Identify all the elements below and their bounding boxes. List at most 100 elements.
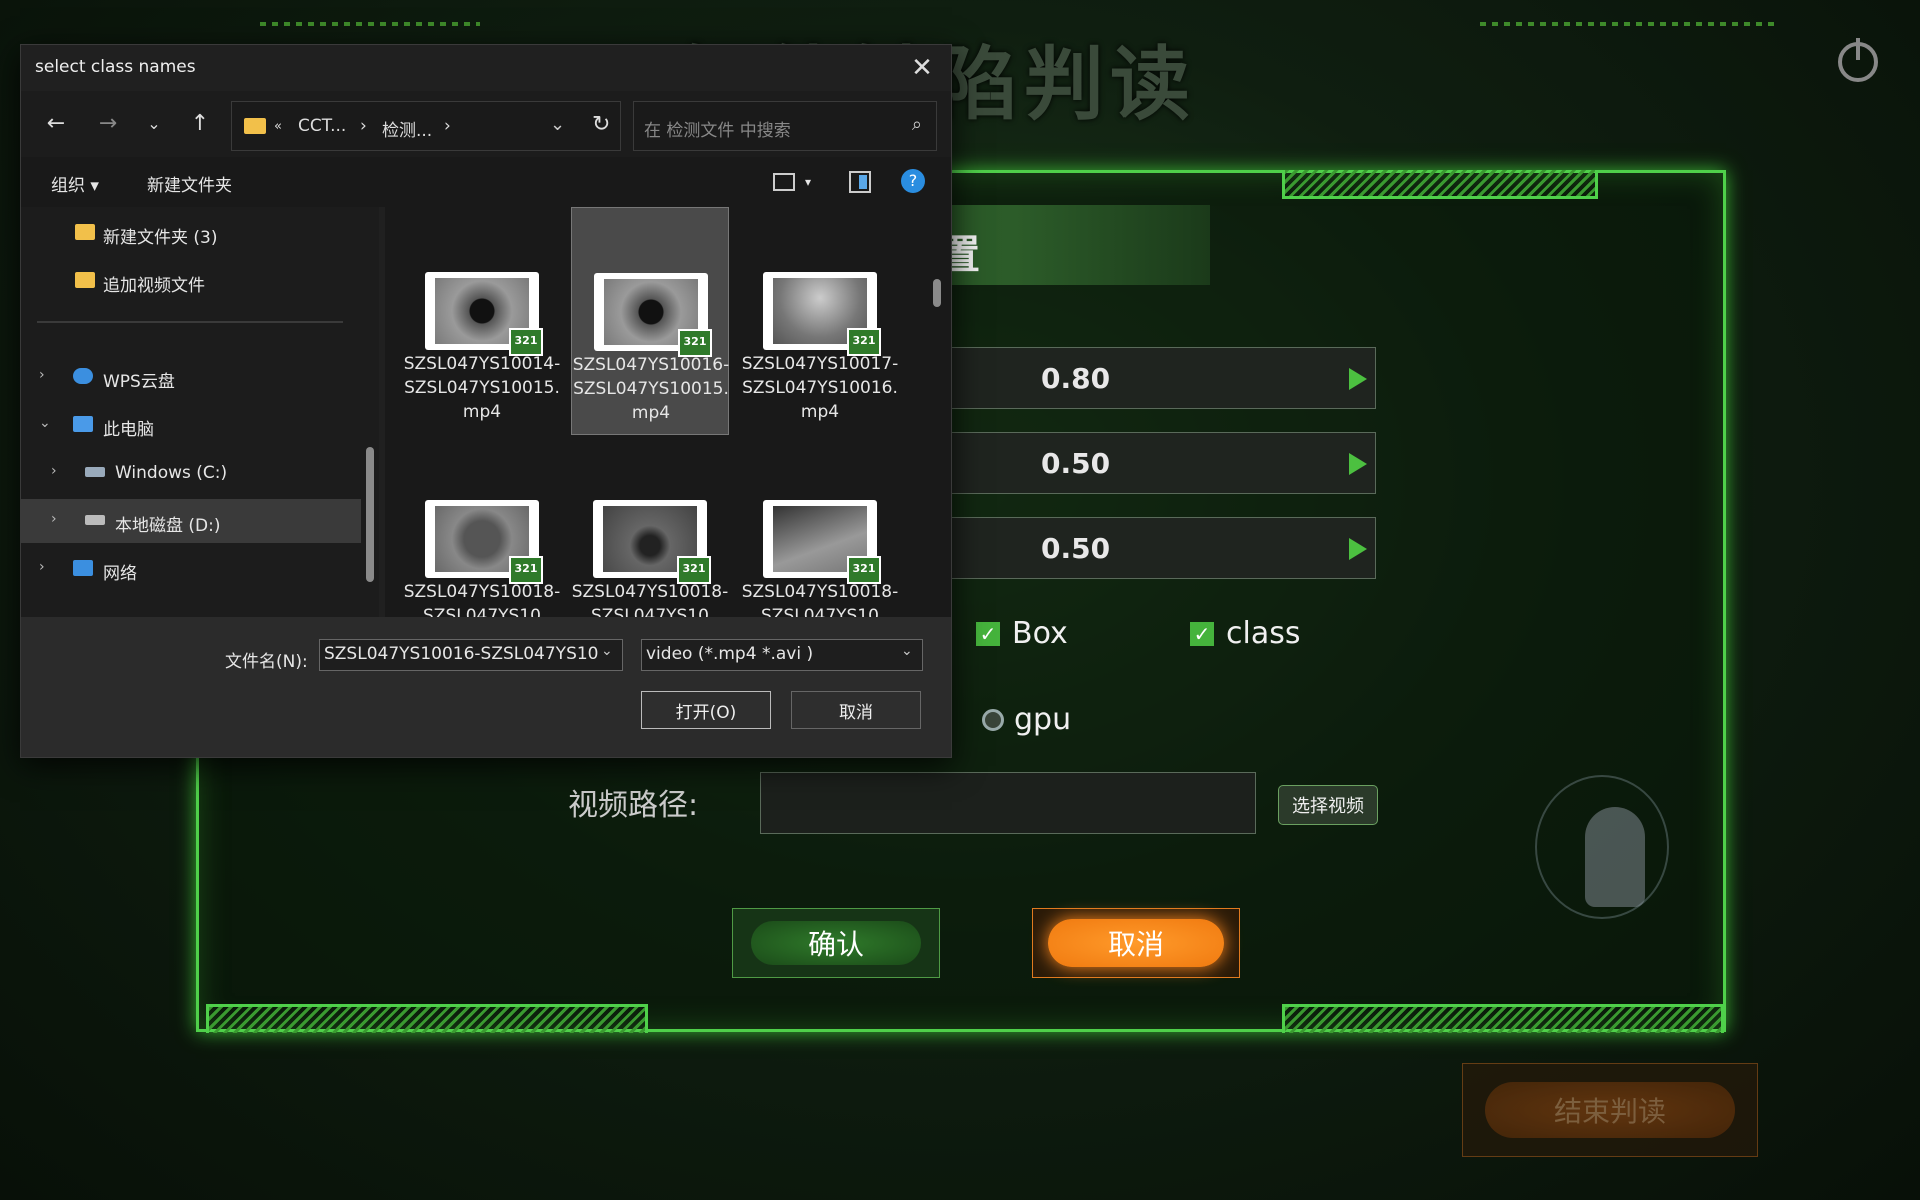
param-value-3: 0.50 xyxy=(1041,532,1111,565)
dialog-toolbar: 组织 ▾ 新建文件夹 ▾ ? xyxy=(21,157,951,207)
dialog-titlebar[interactable]: select class names ✕ xyxy=(21,45,951,91)
file-name: SZSL047YS10016-SZSL047YS10015.mp4 xyxy=(572,355,730,423)
play-arrow-icon[interactable] xyxy=(1349,368,1367,390)
chevron-right-icon[interactable]: › xyxy=(39,559,45,575)
cancel-button[interactable]: 取消 xyxy=(791,691,921,729)
nav-item-drive-d[interactable]: › 本地磁盘 (D:) xyxy=(21,499,361,543)
nav-item-append-video[interactable]: 追加视频文件 xyxy=(21,259,361,303)
drive-icon xyxy=(85,515,105,525)
panel-deco-bottom-right xyxy=(1282,1004,1724,1033)
chevron-down-icon[interactable]: ⌄ xyxy=(550,114,565,135)
nav-item-label: 追加视频文件 xyxy=(103,276,205,296)
gpu-radio[interactable]: gpu xyxy=(982,702,1071,737)
param-spinbox-3[interactable]: 0.50 xyxy=(900,517,1376,579)
chevron-right-icon[interactable]: › xyxy=(51,463,57,479)
preview-pane-icon[interactable] xyxy=(849,171,871,193)
box-checkbox[interactable]: ✓ Box xyxy=(976,616,1068,651)
power-icon[interactable] xyxy=(1838,38,1878,82)
chevron-down-icon[interactable]: ⌄ xyxy=(901,643,913,659)
new-folder-button[interactable]: 新建文件夹 xyxy=(147,171,232,196)
file-item[interactable]: 321 SZSL047YS10018-SZSL047YS10 xyxy=(571,435,729,617)
end-review-label: 结束判读 xyxy=(1485,1082,1735,1138)
recent-chevron-icon[interactable]: ⌄ xyxy=(139,109,169,139)
close-icon[interactable]: ✕ xyxy=(907,53,937,83)
view-mode-icon[interactable] xyxy=(773,173,795,191)
file-item[interactable]: 321 SZSL047YS10018-SZSL047YS10 xyxy=(403,435,561,617)
address-sep-icon: « xyxy=(274,119,282,134)
chevron-down-icon[interactable]: ⌄ xyxy=(39,415,51,431)
dialog-bottom-bar: 文件名(N): SZSL047YS10016-SZSL047YS10 ⌄ vid… xyxy=(21,617,951,757)
choose-video-button[interactable]: 选择视频 xyxy=(1278,785,1378,825)
param-spinbox-2[interactable]: 0.50 xyxy=(900,432,1376,494)
help-icon[interactable]: ? xyxy=(901,169,925,193)
file-name: SZSL047YS10018-SZSL047YS10 xyxy=(571,582,729,617)
video-thumbnail: 321 xyxy=(763,500,881,584)
chevron-right-icon: › xyxy=(360,116,367,136)
checkmark-icon[interactable]: ✓ xyxy=(1190,621,1214,646)
folder-icon xyxy=(75,224,95,240)
file-item[interactable]: 321 SZSL047YS10014-SZSL047YS10015.mp4 xyxy=(403,207,561,435)
search-placeholder: 在 检测文件 中搜索 xyxy=(644,121,791,141)
class-checkbox[interactable]: ✓ class xyxy=(1190,616,1300,651)
nav-item-label: 本地磁盘 (D:) xyxy=(115,516,221,536)
dialog-title: select class names xyxy=(35,57,196,77)
confirm-button[interactable]: 确认 xyxy=(732,908,940,978)
up-arrow-icon[interactable]: ↑ xyxy=(185,109,215,139)
file-item-selected[interactable]: 321 SZSL047YS10016-SZSL047YS10015.mp4 xyxy=(571,207,729,435)
nav-item-network[interactable]: › 网络 xyxy=(21,547,361,591)
video-thumbnail: 321 xyxy=(594,273,712,357)
chevron-right-icon[interactable]: › xyxy=(39,367,45,383)
panel-deco-top xyxy=(1282,170,1598,199)
filename-input[interactable]: SZSL047YS10016-SZSL047YS10 xyxy=(319,639,623,671)
nav-item-this-pc[interactable]: ⌄ 此电脑 xyxy=(21,403,361,447)
file-type-select[interactable]: video (*.mp4 *.avi ) xyxy=(641,639,923,671)
file-dialog: select class names ✕ ← → ⌄ ↑ « CCT... › … xyxy=(20,44,952,758)
cancel-main-button[interactable]: 取消 xyxy=(1032,908,1240,978)
panel-deco-bottom-left xyxy=(206,1004,648,1033)
back-arrow-icon[interactable]: ← xyxy=(41,109,71,139)
refresh-icon[interactable]: ↻ xyxy=(592,112,610,137)
file-scrollbar[interactable] xyxy=(933,279,941,307)
address-bar[interactable]: « CCT... › 检测... › ⌄ ↻ xyxy=(231,101,621,151)
nav-item-wps-cloud[interactable]: › WPS云盘 xyxy=(21,355,361,399)
nav-item-drive-c[interactable]: › Windows (C:) xyxy=(21,451,361,495)
param-spinbox-1[interactable]: 0.80 xyxy=(900,347,1376,409)
cancel-main-button-label: 取消 xyxy=(1048,919,1224,967)
header-deco-left xyxy=(260,22,480,26)
drive-icon xyxy=(85,467,105,477)
box-checkbox-label: Box xyxy=(1012,616,1068,651)
view-chevron-icon[interactable]: ▾ xyxy=(805,175,811,189)
address-segment-1[interactable]: CCT... xyxy=(298,116,346,136)
confirm-button-label: 确认 xyxy=(751,921,921,965)
open-button[interactable]: 打开(O) xyxy=(641,691,771,729)
organize-menu[interactable]: 组织 ▾ xyxy=(51,171,99,196)
play-arrow-icon[interactable] xyxy=(1349,453,1367,475)
search-input[interactable]: 在 检测文件 中搜索 ⌕ xyxy=(633,101,937,151)
address-segment-2[interactable]: 检测... xyxy=(382,116,432,141)
nav-item-label: 新建文件夹 (3) xyxy=(103,228,218,248)
file-item[interactable]: 321 SZSL047YS10018-SZSL047YS10 xyxy=(741,435,899,617)
video-thumbnail: 321 xyxy=(425,500,543,584)
play-arrow-icon[interactable] xyxy=(1349,538,1367,560)
video-thumbnail: 321 xyxy=(425,272,543,356)
pc-icon xyxy=(73,416,93,432)
forward-arrow-icon[interactable]: → xyxy=(93,109,123,139)
chevron-down-icon[interactable]: ⌄ xyxy=(601,643,613,659)
nav-item-new-folder-3[interactable]: 新建文件夹 (3) xyxy=(21,211,361,255)
checkmark-icon[interactable]: ✓ xyxy=(976,621,1000,646)
video-path-label: 视频路径: xyxy=(568,788,699,823)
chevron-right-icon: › xyxy=(444,116,451,136)
file-name: SZSL047YS10018-SZSL047YS10 xyxy=(741,582,899,617)
video-path-input[interactable] xyxy=(760,772,1256,834)
nav-scrollbar[interactable] xyxy=(366,447,374,582)
header-deco-right xyxy=(1480,22,1780,26)
chevron-right-icon[interactable]: › xyxy=(51,511,57,527)
nav-item-label: 网络 xyxy=(103,564,137,584)
search-icon[interactable]: ⌕ xyxy=(912,114,922,135)
file-name: SZSL047YS10017-SZSL047YS10016.mp4 xyxy=(741,354,899,422)
radio-dot-icon[interactable] xyxy=(982,708,1004,731)
end-review-button[interactable]: 结束判读 xyxy=(1462,1063,1758,1157)
file-item[interactable]: 321 SZSL047YS10017-SZSL047YS10016.mp4 xyxy=(741,207,899,435)
nav-item-label: Windows (C:) xyxy=(115,463,228,483)
nav-item-label: WPS云盘 xyxy=(103,372,175,392)
